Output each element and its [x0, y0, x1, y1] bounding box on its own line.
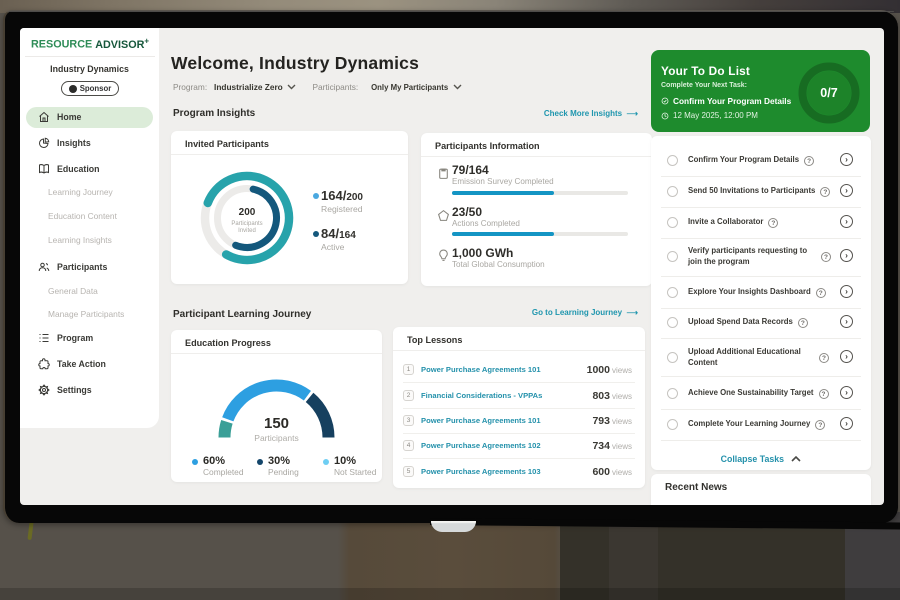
svg-text:Invited: Invited [238, 228, 256, 234]
svg-text:Participants: Participants [231, 221, 262, 227]
svg-text:200: 200 [239, 207, 256, 218]
